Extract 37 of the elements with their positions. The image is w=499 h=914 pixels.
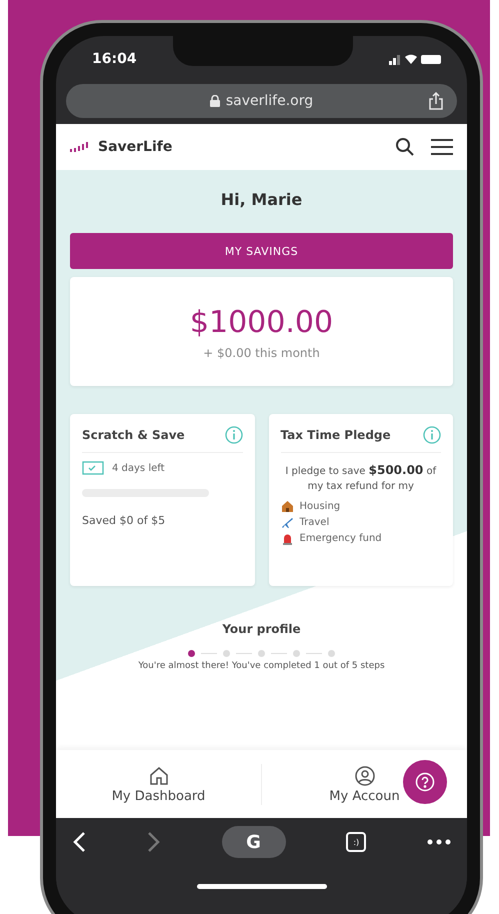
profile-message: You're almost there! You've completed 1 out of 5 steps	[137, 661, 386, 671]
lock-icon	[210, 95, 220, 107]
search-engine-button[interactable]: G	[222, 826, 286, 858]
savings-amount: $1000.00	[188, 304, 334, 340]
share-icon[interactable]	[429, 92, 443, 110]
url-text: saverlife.org	[226, 93, 314, 109]
pledge-goal: Housing	[300, 501, 340, 512]
back-icon[interactable]	[72, 831, 86, 853]
days-left: 4 days left	[112, 462, 165, 474]
nav-tab[interactable]: My Dashboard	[56, 764, 261, 804]
status-icons	[388, 53, 443, 65]
pledge-text: I pledge to save $500.00 of my tax refund for my	[284, 462, 438, 494]
user-icon	[354, 764, 376, 786]
status-time: 16:04	[92, 51, 137, 67]
help-icon	[415, 772, 435, 792]
logo-text: SaverLife	[98, 139, 172, 155]
tabs-button[interactable]: :)	[346, 832, 366, 852]
card-title: Tax Time Pledge	[280, 428, 391, 442]
siren-icon	[280, 532, 294, 545]
house-icon	[280, 500, 294, 513]
card-title: Scratch & Save	[82, 428, 185, 442]
home-icon	[148, 764, 170, 786]
monthly-savings: + $0.00 this month	[202, 345, 321, 362]
forward-icon[interactable]	[146, 831, 161, 853]
help-button[interactable]	[403, 760, 447, 804]
logo-icon	[70, 141, 90, 153]
address-bar[interactable]: saverlife.org	[66, 84, 457, 118]
menu-icon[interactable]	[431, 138, 453, 156]
search-icon[interactable]	[395, 137, 415, 157]
profile-title: Your profile	[221, 622, 302, 636]
ticket-icon	[82, 461, 104, 475]
more-icon[interactable]	[427, 839, 451, 845]
saved-amount: Saved $0 of $5	[82, 514, 166, 527]
pledge-goal: Travel	[300, 517, 330, 528]
pledge-goal: Emergency fund	[300, 533, 382, 544]
greeting: Hi, Marie	[220, 189, 304, 211]
my-savings-button[interactable]: MY SAVINGS	[70, 233, 453, 269]
